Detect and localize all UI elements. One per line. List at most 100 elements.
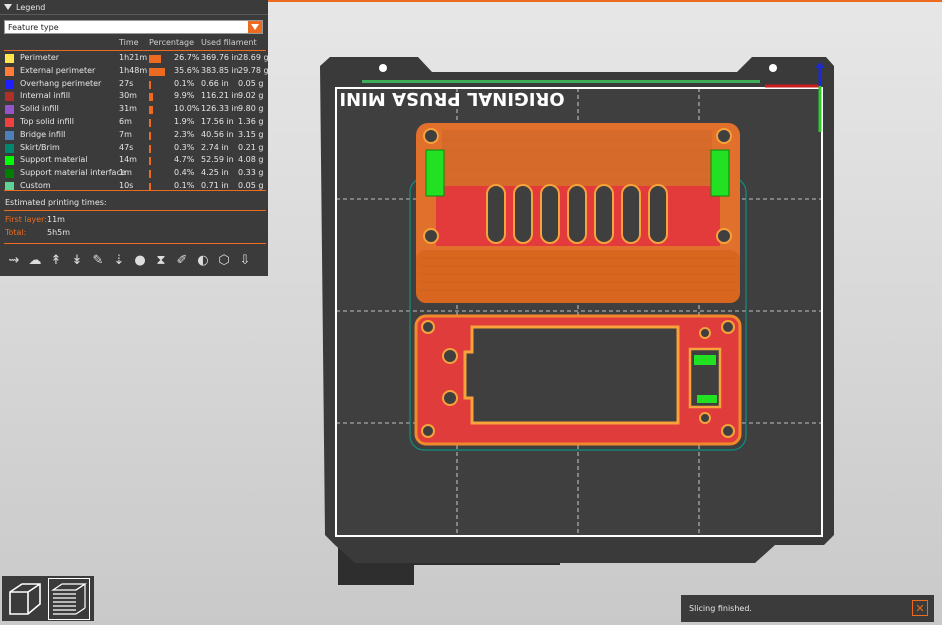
col-percentage: Percentage bbox=[149, 38, 195, 47]
feature-percentage: 10.0% bbox=[174, 104, 200, 114]
percentage-bar bbox=[149, 93, 154, 102]
feature-time: 31m bbox=[119, 104, 137, 114]
feature-name: Bridge infill bbox=[20, 129, 66, 139]
color-swatch bbox=[5, 54, 14, 63]
view-type-value: Feature type bbox=[8, 22, 59, 32]
travel-icon[interactable]: ⇝ bbox=[4, 250, 24, 270]
feature-weight: 0.05 g bbox=[238, 78, 264, 88]
feature-time: 1h21m bbox=[119, 53, 148, 62]
feature-length: 17.56 in bbox=[201, 117, 234, 126]
feature-name: Internal infill bbox=[20, 91, 71, 101]
model-box-top[interactable] bbox=[416, 123, 740, 303]
percentage-bar bbox=[149, 55, 161, 63]
total-label: Total: bbox=[5, 228, 27, 237]
3d-view-icon[interactable] bbox=[5, 579, 45, 619]
legend-row[interactable]: Perimeter 1h21m 26.7% 369.76 in 28.69 g bbox=[0, 52, 269, 65]
wipe-icon[interactable]: ☁ bbox=[25, 250, 45, 270]
feature-percentage: 35.6% bbox=[174, 65, 200, 75]
collapse-triangle-icon[interactable] bbox=[4, 4, 12, 10]
color-swatch bbox=[5, 66, 14, 76]
legend-row[interactable]: Custom 10s 0.1% 0.71 in 0.05 g bbox=[0, 180, 268, 193]
color-swatch bbox=[5, 118, 14, 127]
legend-row[interactable]: Overhang perimeter 27s 0.1% 0.66 in 0.05 g bbox=[0, 78, 268, 91]
feature-weight: 3.15 g bbox=[238, 129, 264, 139]
color-changes-icon[interactable]: ● bbox=[130, 250, 150, 270]
legend-row[interactable]: External perimeter 1h48m 35.6% 383.85 in 29.… bbox=[0, 65, 269, 78]
tool-changes-icon[interactable]: ⇣ bbox=[109, 250, 129, 270]
feature-percentage: 1.9% bbox=[174, 117, 195, 126]
skirt-line bbox=[362, 80, 760, 83]
color-swatch bbox=[5, 156, 14, 166]
feature-length: 52.59 in bbox=[201, 155, 234, 165]
feature-time: 7m bbox=[119, 129, 132, 139]
dropdown-arrow-icon[interactable] bbox=[248, 21, 262, 33]
tool-marker-icon[interactable]: ⇩ bbox=[235, 250, 255, 270]
feature-percentage: 0.3% bbox=[174, 142, 195, 152]
col-used-filament: Used filament bbox=[201, 38, 257, 47]
feature-percentage: 0.4% bbox=[174, 168, 195, 178]
feature-length: 383.85 in bbox=[201, 65, 239, 75]
deretractions-icon[interactable]: ↡ bbox=[67, 250, 87, 270]
retractions-icon[interactable]: ↟ bbox=[46, 250, 66, 270]
legend-header[interactable]: Legend bbox=[0, 0, 268, 15]
feature-weight: 28.69 g bbox=[238, 53, 269, 62]
feature-name: Solid infill bbox=[20, 104, 59, 114]
feature-weight: 0.33 g bbox=[238, 168, 264, 178]
bed-mount-hole bbox=[769, 64, 777, 72]
feature-time: 27s bbox=[119, 78, 134, 88]
feature-time: 6m bbox=[119, 117, 132, 126]
feature-length: 2.74 in bbox=[201, 142, 229, 152]
feature-percentage: 4.7% bbox=[174, 155, 195, 165]
percentage-bar bbox=[149, 131, 151, 140]
color-swatch bbox=[5, 169, 14, 179]
custom-gcodes-icon[interactable]: ✐ bbox=[172, 250, 192, 270]
legend-row[interactable]: Skirt/Brim 47s 0.3% 2.74 in 0.21 g bbox=[0, 142, 268, 155]
feature-weight: 9.80 g bbox=[238, 104, 264, 114]
percentage-bar bbox=[149, 170, 151, 179]
color-swatch bbox=[5, 143, 14, 153]
feature-percentage: 26.7% bbox=[174, 53, 200, 62]
legend-columns: Time Percentage Used filament bbox=[0, 38, 268, 50]
first-layer-value: 11m bbox=[47, 215, 65, 224]
seams-icon[interactable]: ✎ bbox=[88, 250, 108, 270]
feature-length: 126.33 in bbox=[201, 104, 239, 114]
estimated-times-label: Estimated printing times: bbox=[5, 198, 107, 207]
model-lid[interactable] bbox=[414, 314, 742, 446]
feature-percentage: 2.3% bbox=[174, 129, 195, 139]
first-layer-label: First layer: bbox=[5, 215, 48, 224]
legend-row[interactable]: Internal infill 30m 9.9% 116.21 in 9.02 g bbox=[0, 90, 268, 103]
feature-percentage: 0.1% bbox=[174, 181, 195, 190]
view-type-select[interactable]: Feature type bbox=[4, 20, 263, 34]
pause-prints-icon[interactable]: ⧗ bbox=[151, 250, 171, 270]
feature-time: 1m bbox=[119, 168, 132, 178]
col-time: Time bbox=[119, 38, 139, 47]
shells-icon[interactable]: ⬡ bbox=[214, 250, 234, 270]
view-switcher bbox=[2, 576, 94, 621]
legend-separator bbox=[4, 243, 266, 244]
legend-row[interactable]: Top solid infill 6m 1.9% 17.56 in 1.36 g bbox=[0, 116, 268, 129]
legend-row[interactable]: Bridge infill 7m 2.3% 40.56 in 3.15 g bbox=[0, 129, 268, 142]
legend-row[interactable]: Solid infill 31m 10.0% 126.33 in 9.80 g bbox=[0, 103, 268, 116]
first-layer-time: First layer: 11m bbox=[5, 215, 65, 224]
feature-time: 47s bbox=[119, 142, 134, 152]
feature-length: 369.76 in bbox=[201, 53, 239, 62]
percentage-bar bbox=[149, 119, 151, 127]
feature-name: Support material bbox=[20, 155, 88, 165]
close-icon[interactable]: ✕ bbox=[912, 600, 928, 616]
legend-row[interactable]: Support material interface 1m 0.4% 4.25 in 0… bbox=[0, 167, 268, 180]
feature-length: 40.56 in bbox=[201, 129, 234, 139]
preview-layers-icon[interactable] bbox=[48, 577, 90, 620]
feature-time: 1h48m bbox=[119, 65, 148, 75]
feature-weight: 0.21 g bbox=[238, 142, 264, 152]
feature-name: Overhang perimeter bbox=[20, 78, 102, 88]
legend-row[interactable]: Support material 14m 4.7% 52.59 in 4.08 g bbox=[0, 154, 268, 167]
legend-title: Legend bbox=[16, 2, 46, 12]
center-of-gravity-icon[interactable]: ◐ bbox=[193, 250, 213, 270]
feature-name: Support material interface bbox=[20, 168, 126, 178]
color-swatch bbox=[5, 105, 14, 115]
feature-name: Top solid infill bbox=[20, 117, 74, 126]
color-swatch bbox=[5, 130, 14, 140]
bed-logo-text: ORIGINAL PRUSA MINI bbox=[339, 88, 564, 109]
slicing-notification: Slicing finished. ✕ bbox=[681, 595, 934, 622]
legend-separator bbox=[4, 190, 266, 191]
